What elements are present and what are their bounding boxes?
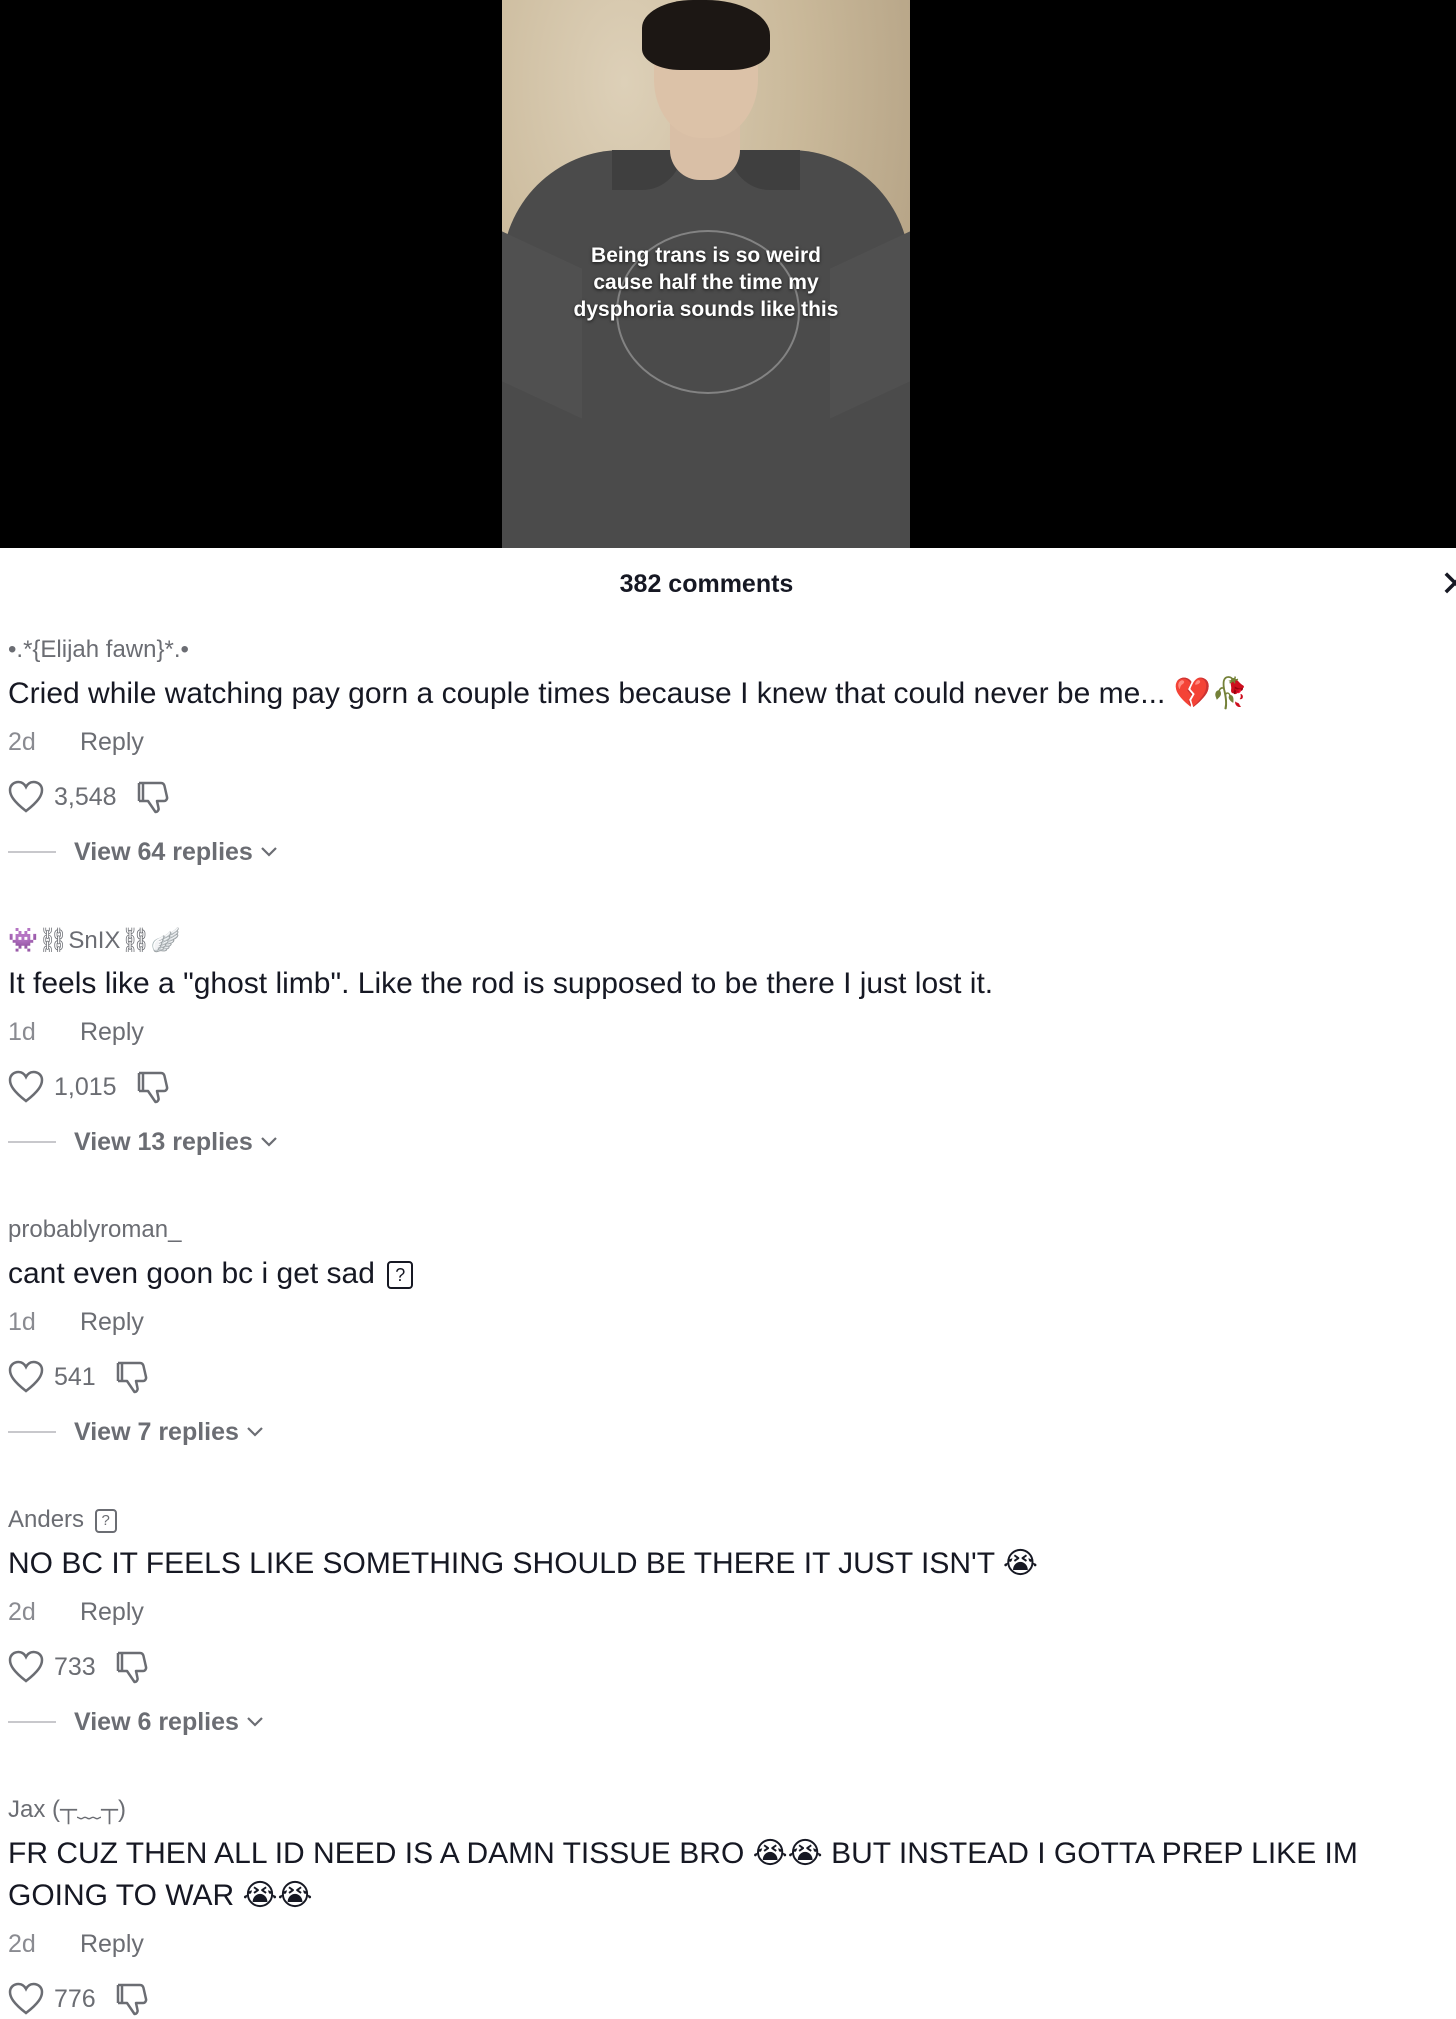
view-replies-button[interactable]: View 6 replies [8, 1705, 1448, 1739]
chevron-down-icon [247, 1427, 263, 1437]
dislike-icon[interactable] [135, 1069, 171, 1105]
dislike-icon[interactable] [114, 1359, 150, 1395]
comment-text-part1: FR CUZ THEN ALL ID NEED IS A DAMN TISSUE… [8, 1837, 745, 1870]
comment-text: cant even goon bc i get sad ? [8, 1253, 1448, 1295]
view-replies-label: View 7 replies [74, 1417, 239, 1446]
comment-time: 1d [8, 1308, 36, 1336]
comment-actions: 541 [8, 1357, 1448, 1397]
replies-divider [8, 851, 56, 853]
comment-actions: 776 [8, 1979, 1448, 2019]
chevron-down-icon [261, 847, 277, 857]
username-text: SnIX [68, 927, 121, 954]
username-emoji-suffix: ⛓🪽 [120, 926, 181, 954]
view-replies-button[interactable]: View 13 replies [8, 1125, 1448, 1159]
dislike-icon[interactable] [114, 1981, 150, 2017]
comment-username[interactable]: Anders ? [8, 1503, 1448, 1537]
dislike-icon[interactable] [135, 779, 171, 815]
reply-button[interactable]: Reply [80, 1018, 144, 1046]
comment-item: •.*{Elijah fawn}*.• Cried while watching… [8, 633, 1448, 869]
unknown-glyph-icon: ? [94, 1508, 117, 1533]
comment-text: NO BC IT FEELS LIKE SOMETHING SHOULD BE … [8, 1543, 1448, 1585]
comment-actions: 1,015 [8, 1067, 1448, 1107]
comment-time: 2d [8, 728, 36, 756]
crying-emoji: 😭 [1002, 1546, 1038, 1581]
comment-time: 2d [8, 1598, 36, 1626]
comment-actions: 3,548 [8, 777, 1448, 817]
replies-divider [8, 1141, 56, 1143]
comment-meta: 2d Reply [8, 1927, 1448, 1961]
replies-divider [8, 1721, 56, 1723]
comment-username[interactable]: 👾⛓SnIX⛓🪽 [8, 923, 1448, 957]
comment-item: Jax (┬﹏┬) FR CUZ THEN ALL ID NEED IS A D… [8, 1793, 1448, 2019]
comment-actions: 733 [8, 1647, 1448, 1687]
comment-meta: 2d Reply [8, 725, 1448, 759]
view-replies-button[interactable]: View 7 replies [8, 1415, 1448, 1449]
view-replies-label: View 64 replies [74, 837, 253, 866]
comment-count: 382 comments [619, 570, 794, 598]
like-count: 776 [54, 1984, 96, 2013]
like-count: 1,015 [54, 1072, 117, 1101]
heart-icon[interactable] [8, 780, 44, 814]
heart-icon[interactable] [8, 1070, 44, 1104]
replies-divider [8, 1431, 56, 1433]
like-count: 3,548 [54, 782, 117, 811]
comment-text: Cried while watching pay gorn a couple t… [8, 673, 1448, 715]
comment-text: It feels like a "ghost limb". Like the r… [8, 967, 994, 1000]
chevron-down-icon [247, 1717, 263, 1727]
username-text: Anders [8, 1506, 85, 1533]
comment-meta: 2d Reply [8, 1595, 1448, 1629]
person-hair [642, 0, 770, 70]
video-caption-overlay: Being trans is so weird cause half the t… [573, 244, 839, 321]
dislike-icon[interactable] [114, 1649, 150, 1685]
comment-item: Anders ? NO BC IT FEELS LIKE SOMETHING S… [8, 1503, 1448, 1739]
comment-time: 1d [8, 1018, 36, 1046]
like-count: 541 [54, 1362, 96, 1391]
chevron-down-icon [261, 1137, 277, 1147]
heart-icon[interactable] [8, 1650, 44, 1684]
reply-button[interactable]: Reply [80, 1308, 144, 1336]
heart-icon[interactable] [8, 1982, 44, 2016]
view-replies-label: View 13 replies [74, 1127, 253, 1156]
comment-meta: 1d Reply [8, 1015, 1448, 1049]
video-frame: Being trans is so weird cause half the t… [502, 0, 910, 548]
unknown-glyph-icon: ? [387, 1261, 414, 1290]
comment-time: 2d [8, 1930, 36, 1958]
view-replies-label: View 6 replies [74, 1707, 239, 1736]
comment-item: probablyroman_ cant even goon bc i get s… [8, 1213, 1448, 1449]
comment-text-body: NO BC IT FEELS LIKE SOMETHING SHOULD BE … [8, 1547, 995, 1580]
comment-text-body: cant even goon bc i get sad [8, 1257, 375, 1290]
crying-emoji: 😭😭 [752, 1836, 823, 1871]
reply-button[interactable]: Reply [80, 1930, 144, 1958]
close-icon[interactable]: ✕ [1440, 566, 1456, 602]
view-replies-button[interactable]: View 64 replies [8, 835, 1448, 869]
comment-text-body: Cried while watching pay gorn a couple t… [8, 677, 1166, 710]
reply-button[interactable]: Reply [80, 728, 144, 756]
broken-heart-rose-emoji: 💔🥀 [1173, 676, 1249, 711]
comment-item: 👾⛓SnIX⛓🪽 It feels like a "ghost limb". L… [8, 923, 1448, 1159]
username-emoji: 👾⛓ [8, 926, 69, 954]
comment-text: FR CUZ THEN ALL ID NEED IS A DAMN TISSUE… [8, 1833, 1448, 1917]
comment-username[interactable]: probablyroman_ [8, 1213, 1448, 1247]
heart-icon[interactable] [8, 1360, 44, 1394]
comment-username[interactable]: •.*{Elijah fawn}*.• [8, 633, 1448, 667]
comment-username[interactable]: Jax (┬﹏┬) [8, 1793, 1448, 1827]
crying-emoji: 😭😭 [242, 1878, 313, 1913]
video-player[interactable]: Being trans is so weird cause half the t… [0, 0, 1456, 548]
comment-meta: 1d Reply [8, 1305, 1448, 1339]
comments-header: 382 comments ✕ [0, 548, 1456, 628]
reply-button[interactable]: Reply [80, 1598, 144, 1626]
like-count: 733 [54, 1652, 96, 1681]
